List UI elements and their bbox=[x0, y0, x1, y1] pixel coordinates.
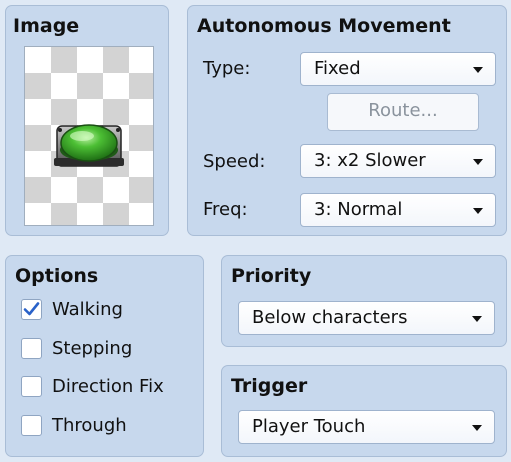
chevron-down-icon bbox=[472, 316, 482, 322]
image-panel-title: Image bbox=[13, 15, 80, 37]
through-checkbox[interactable] bbox=[21, 415, 42, 436]
options-title: Options bbox=[15, 265, 99, 287]
trigger-title: Trigger bbox=[231, 375, 308, 397]
image-panel: Image bbox=[5, 5, 169, 236]
freq-dropdown[interactable]: 3: Normal bbox=[300, 193, 496, 227]
speed-dropdown[interactable]: 3: x2 Slower bbox=[300, 144, 496, 178]
direction-fix-checkbox[interactable] bbox=[21, 376, 42, 397]
type-dropdown[interactable]: Fixed bbox=[300, 52, 496, 86]
trigger-dropdown-value: Player Touch bbox=[252, 416, 366, 437]
options-panel: Options Walking Stepping Direction Fix T… bbox=[5, 255, 204, 457]
through-label: Through bbox=[52, 415, 127, 436]
autonomous-movement-title: Autonomous Movement bbox=[197, 15, 451, 37]
freq-label: Freq: bbox=[203, 199, 248, 220]
priority-dropdown-value: Below characters bbox=[252, 307, 408, 328]
speed-label: Speed: bbox=[203, 151, 266, 172]
direction-fix-label: Direction Fix bbox=[52, 376, 164, 397]
priority-title: Priority bbox=[231, 265, 312, 287]
walking-checkbox[interactable] bbox=[21, 299, 42, 320]
walking-label: Walking bbox=[52, 299, 123, 320]
chevron-down-icon bbox=[472, 425, 482, 431]
type-dropdown-value: Fixed bbox=[314, 58, 361, 79]
chevron-down-icon bbox=[473, 208, 483, 214]
priority-dropdown[interactable]: Below characters bbox=[238, 301, 495, 335]
route-button[interactable]: Route... bbox=[327, 93, 479, 131]
green-switch-button-icon bbox=[54, 124, 124, 167]
stepping-checkbox[interactable] bbox=[21, 338, 42, 359]
stepping-label: Stepping bbox=[52, 338, 133, 359]
autonomous-movement-panel: Autonomous Movement Type: Fixed Route...… bbox=[187, 5, 507, 236]
priority-panel: Priority Below characters bbox=[221, 255, 507, 347]
trigger-panel: Trigger Player Touch bbox=[221, 365, 507, 457]
trigger-dropdown[interactable]: Player Touch bbox=[238, 410, 495, 444]
sprite-preview[interactable] bbox=[24, 46, 154, 226]
checkmark-icon bbox=[23, 302, 40, 316]
chevron-down-icon bbox=[473, 159, 483, 165]
type-label: Type: bbox=[203, 58, 251, 79]
speed-dropdown-value: 3: x2 Slower bbox=[314, 150, 426, 171]
chevron-down-icon bbox=[473, 67, 483, 73]
freq-dropdown-value: 3: Normal bbox=[314, 199, 403, 220]
